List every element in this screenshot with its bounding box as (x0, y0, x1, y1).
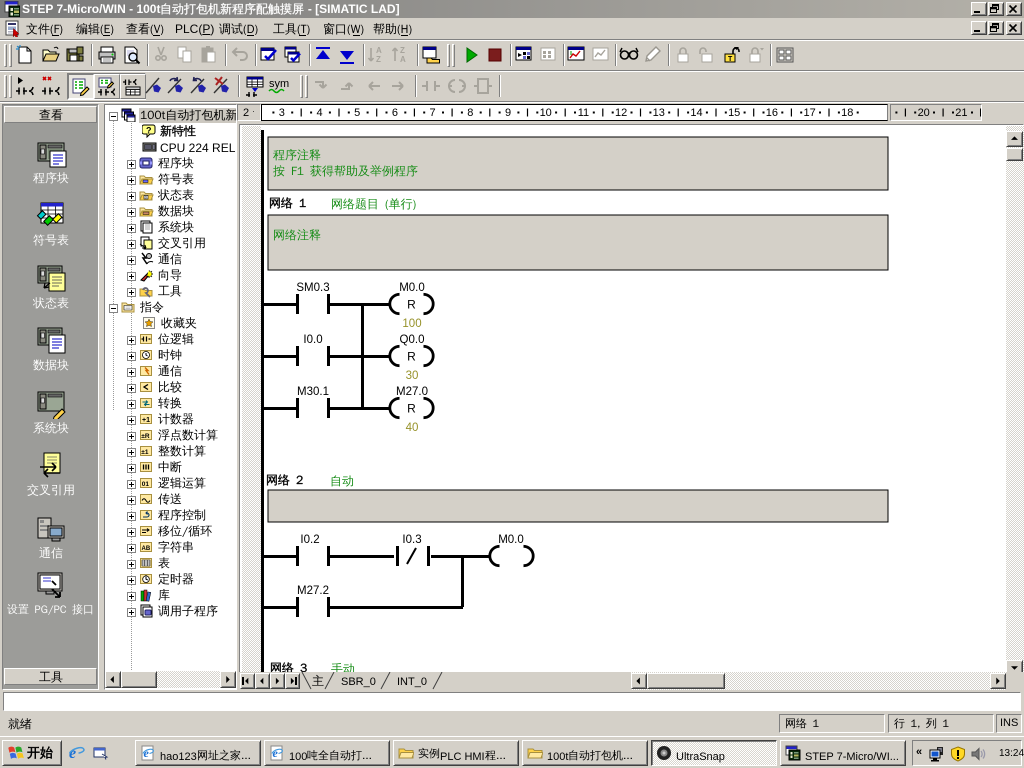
svg-text:SBR_0: SBR_0 (341, 676, 376, 688)
svg-text:12: 12 (615, 107, 627, 119)
svg-text:+1: +1 (142, 417, 150, 424)
svg-text:01: 01 (142, 481, 150, 488)
svg-text:10: 10 (540, 107, 552, 119)
svg-text:R: R (407, 350, 416, 364)
svg-text:Q0.0: Q0.0 (400, 334, 425, 346)
svg-text:R: R (407, 402, 416, 416)
svg-text:9: 9 (505, 107, 511, 119)
svg-text:SM0.3: SM0.3 (296, 282, 329, 294)
svg-text:4: 4 (316, 107, 322, 119)
svg-text:Z: Z (376, 55, 381, 64)
svg-text:17: 17 (803, 107, 815, 119)
svg-text:7: 7 (430, 107, 436, 119)
svg-text:11: 11 (578, 107, 589, 119)
svg-text:R: R (407, 298, 416, 312)
svg-text:AB: AB (142, 546, 151, 552)
svg-text:?: ? (146, 126, 152, 136)
svg-text:T: T (728, 56, 733, 63)
svg-text:INT_0: INT_0 (397, 676, 427, 688)
svg-text:13: 13 (653, 107, 665, 119)
svg-text:14: 14 (690, 107, 702, 119)
svg-text:6: 6 (392, 107, 398, 119)
svg-text:e: e (273, 746, 279, 760)
svg-text:I0.0: I0.0 (303, 334, 322, 346)
svg-text:M27.2: M27.2 (297, 585, 329, 597)
svg-text:5: 5 (354, 107, 360, 119)
svg-text:M27.0: M27.0 (396, 386, 428, 398)
svg-text:M0.0: M0.0 (399, 282, 425, 294)
svg-text:18: 18 (841, 107, 853, 119)
svg-text:3: 3 (279, 107, 285, 119)
svg-text:20: 20 (918, 107, 930, 119)
svg-text:M30.1: M30.1 (297, 386, 329, 398)
svg-text:Z: Z (400, 46, 405, 55)
svg-text:30: 30 (406, 370, 419, 382)
svg-text:I0.2: I0.2 (300, 534, 319, 546)
svg-text:M0.0: M0.0 (498, 534, 524, 546)
svg-text:16: 16 (766, 107, 778, 119)
svg-text:15: 15 (728, 107, 740, 119)
svg-text:I0.3: I0.3 (402, 534, 421, 546)
svg-text:A: A (376, 46, 382, 55)
svg-text:21: 21 (955, 107, 967, 119)
svg-text:±R: ±R (141, 433, 150, 440)
svg-text:±1: ±1 (141, 449, 149, 456)
svg-text:A: A (400, 55, 406, 64)
svg-text:8: 8 (467, 107, 473, 119)
svg-text:40: 40 (406, 422, 419, 434)
svg-text:100: 100 (402, 318, 421, 330)
svg-text:sym: sym (269, 78, 289, 90)
svg-text:e: e (144, 746, 150, 760)
